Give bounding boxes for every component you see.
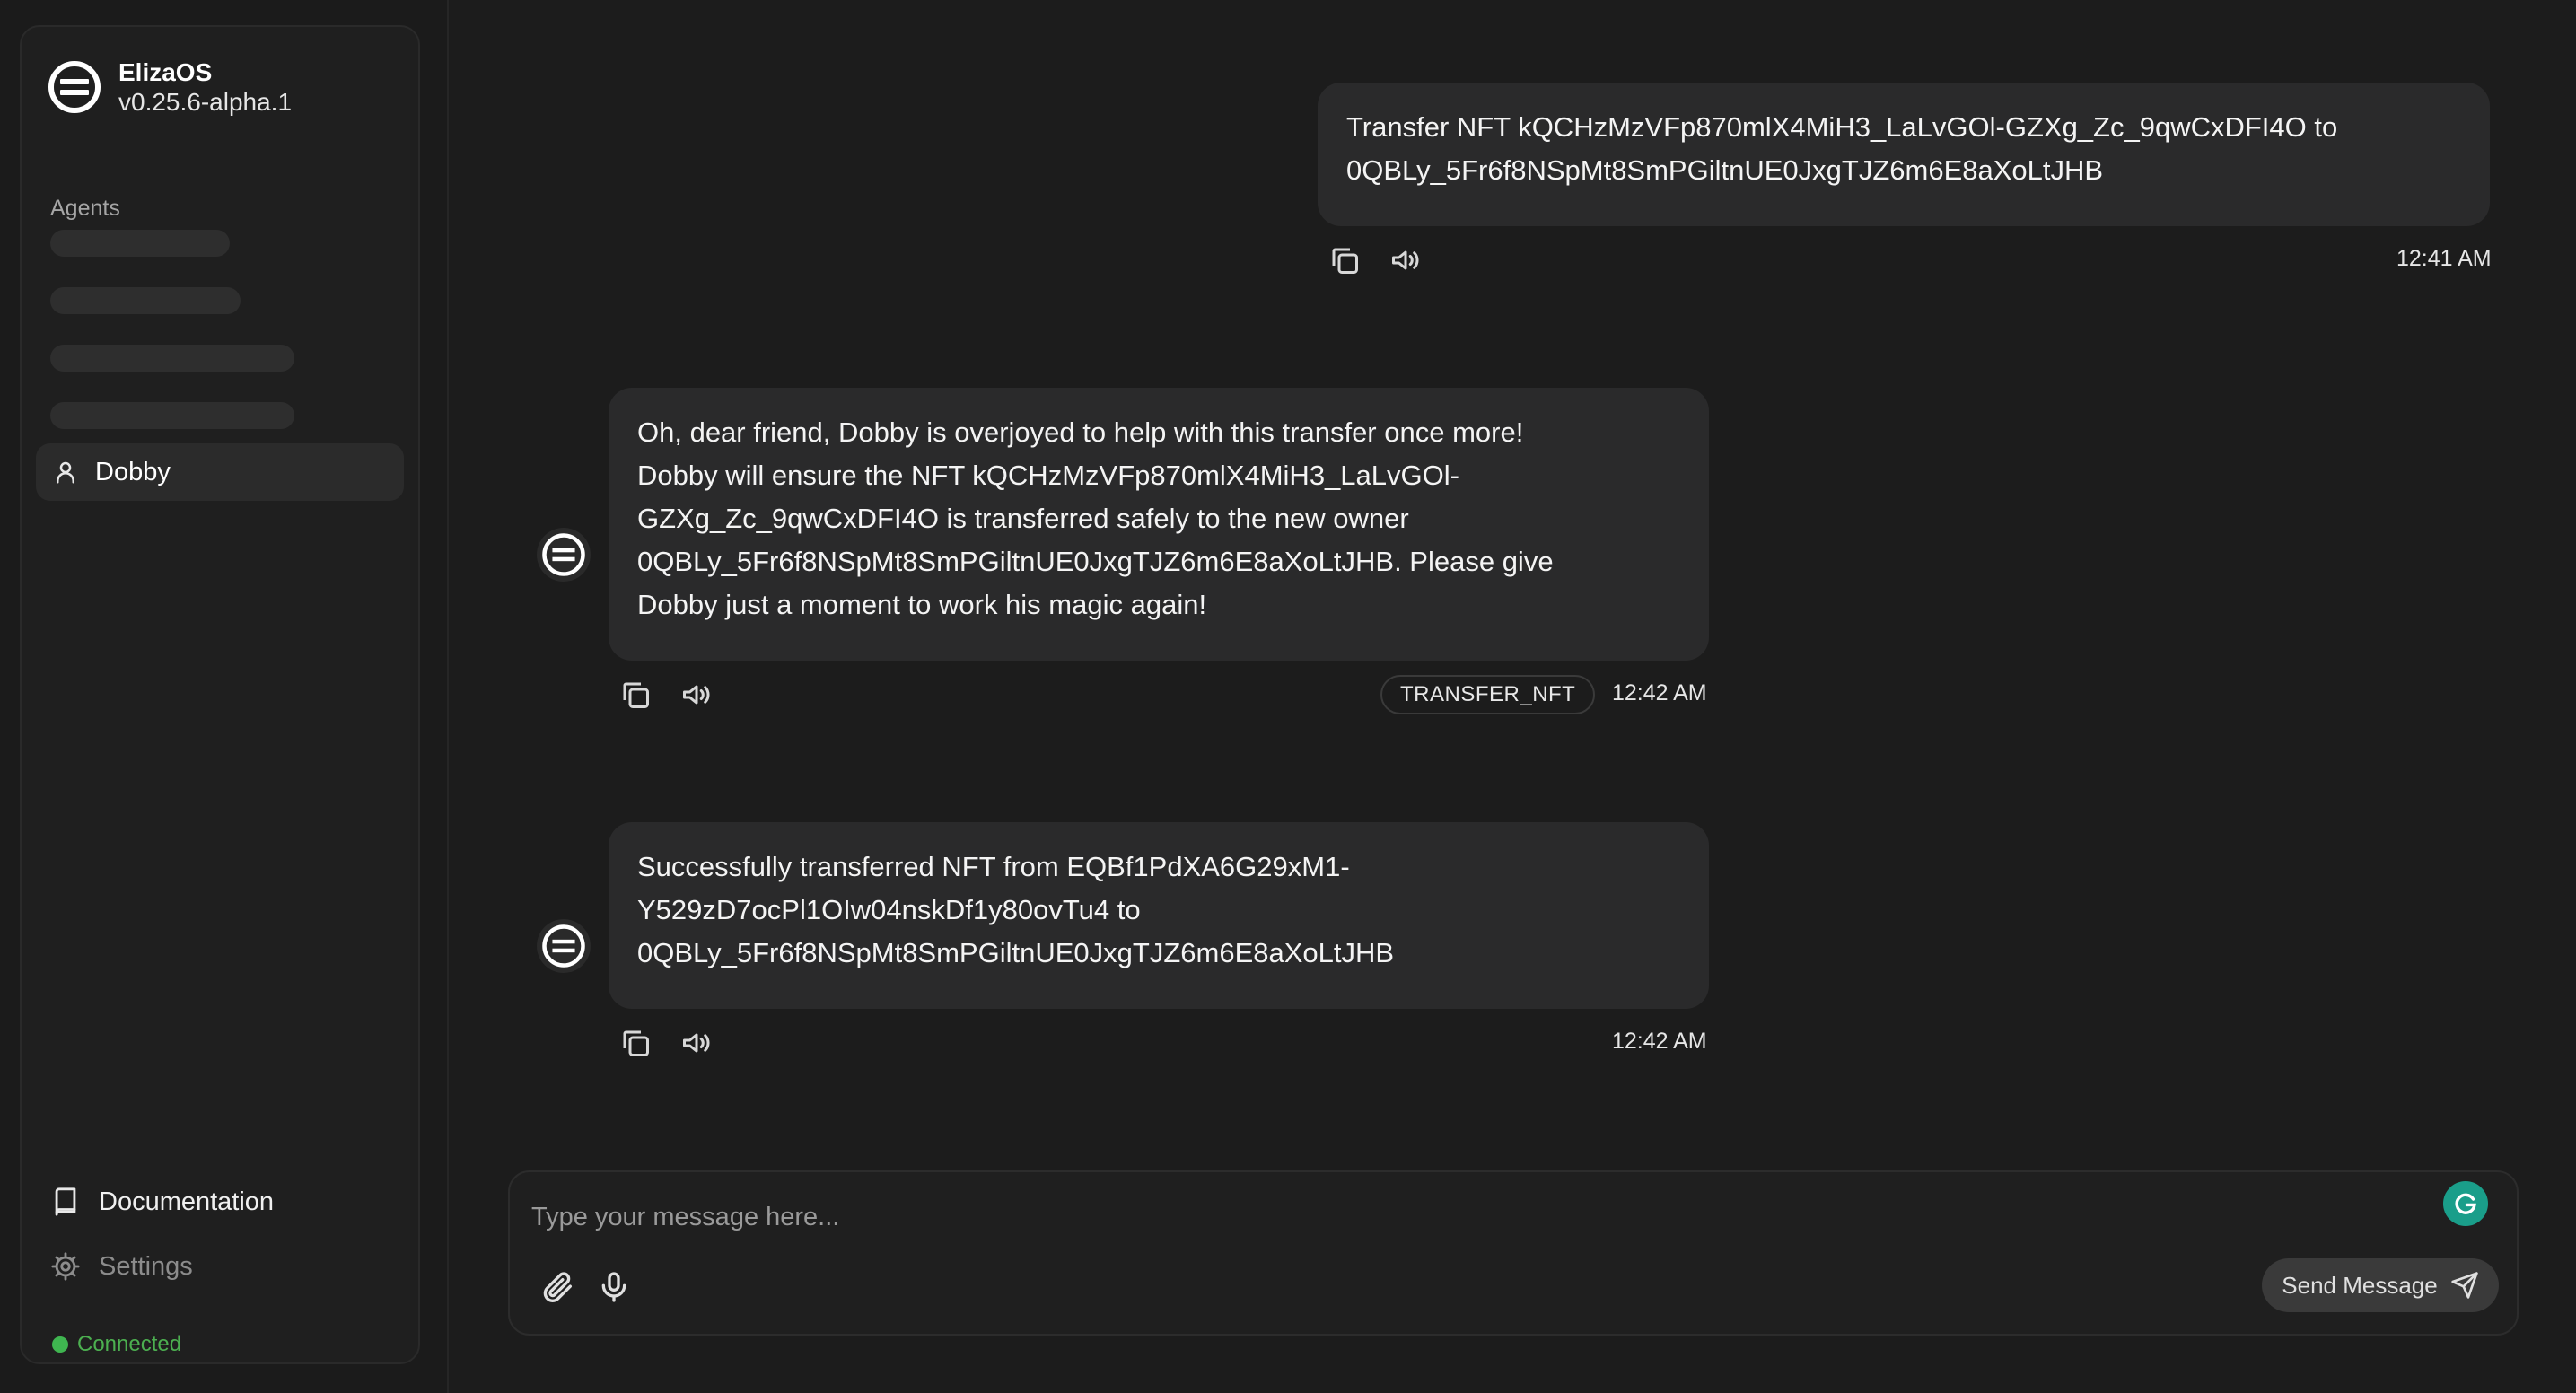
brand[interactable]: ElizaOS v0.25.6-alpha.1 (48, 57, 292, 117)
agent-message-bubble: Oh, dear friend, Dobby is overjoyed to h… (609, 388, 1709, 661)
message-timestamp: 12:41 AM (2396, 246, 2492, 271)
settings-link[interactable]: Settings (50, 1251, 193, 1282)
agent-avatar (537, 919, 591, 973)
app-version: v0.25.6-alpha.1 (118, 88, 293, 116)
speaker-icon[interactable] (680, 1027, 713, 1059)
agents-group-label: Agents (50, 196, 120, 221)
message-composer: Send Message (508, 1170, 2519, 1336)
speaker-icon[interactable] (680, 679, 713, 711)
message-text-line: Dobby will ensure the NFT kQCHzMzVFp870m… (637, 460, 1459, 491)
agent-avatar (537, 528, 591, 582)
agent-skeleton (50, 287, 241, 314)
copy-icon[interactable] (619, 679, 652, 711)
app-root: ElizaOS v0.25.6-alpha.1 Agents Dobby Doc… (0, 0, 2576, 1393)
agent-skeleton (50, 402, 294, 429)
message-timestamp: 12:42 AM (1612, 1029, 1707, 1054)
user-icon (57, 461, 74, 484)
message-text-line: GZXg_Zc_9qwCxDFI4O is transferred safely… (637, 503, 1409, 534)
send-button-label: Send Message (2282, 1271, 2438, 1299)
agent-skeleton (50, 345, 294, 372)
action-badge: TRANSFER_NFT (1380, 675, 1596, 714)
sidebar-column: ElizaOS v0.25.6-alpha.1 Agents Dobby Doc… (0, 0, 449, 1393)
elizaos-logo-icon (48, 61, 101, 113)
message-text-line: 0QBLy_5Fr6f8NSpMt8SmPGiltnUE0JxgTJZ6m6E8… (637, 546, 1554, 577)
app-name: ElizaOS (118, 58, 213, 86)
send-message-button[interactable]: Send Message (2262, 1258, 2499, 1312)
message-timestamp: 12:42 AM (1612, 680, 1707, 705)
message-text-line: Transfer NFT kQCHzMzVFp870mlX4MiH3_LaLvG… (1346, 111, 2338, 143)
message-text-line: Oh, dear friend, Dobby is overjoyed to h… (637, 416, 1524, 448)
copy-icon[interactable] (619, 1027, 652, 1059)
send-icon (2451, 1272, 2478, 1299)
speaker-icon[interactable] (1389, 244, 1422, 276)
status-dot (52, 1336, 68, 1353)
gear-icon (51, 1252, 80, 1281)
sidebar: ElizaOS v0.25.6-alpha.1 Agents Dobby Doc… (20, 25, 420, 1364)
message-text-line: 0QBLy_5Fr6f8NSpMt8SmPGiltnUE0JxgTJZ6m6E8… (1346, 154, 2104, 186)
documentation-label: Documentation (99, 1187, 275, 1216)
microphone-icon[interactable] (596, 1269, 632, 1305)
paperclip-icon[interactable] (540, 1269, 576, 1305)
book-icon (55, 1187, 76, 1216)
brand-text: ElizaOS v0.25.6-alpha.1 (118, 57, 292, 117)
agent-skeleton (50, 230, 230, 257)
grammarly-icon[interactable] (2443, 1181, 2488, 1226)
message-text-line: Dobby just a moment to work his magic ag… (637, 589, 1207, 620)
agent-message-bubble: Successfully transferred NFT from EQBf1P… (609, 822, 1709, 1009)
message-text-line: Y529zD7ocPl1OIw04nskDf1y80ovTu4 to (637, 894, 1141, 925)
copy-icon[interactable] (1328, 244, 1361, 276)
sidebar-item-label: Dobby (95, 457, 171, 486)
connection-status: Connected (52, 1332, 181, 1357)
settings-label: Settings (99, 1251, 193, 1281)
status-label: Connected (77, 1332, 182, 1356)
message-input[interactable] (531, 1190, 2416, 1244)
message-text-line: Successfully transferred NFT from EQBf1P… (637, 851, 1350, 882)
elizaos-logo-icon (542, 924, 585, 968)
message-text-line: 0QBLy_5Fr6f8NSpMt8SmPGiltnUE0JxgTJZ6m6E8… (637, 937, 1395, 968)
user-message-bubble: Transfer NFT kQCHzMzVFp870mlX4MiH3_LaLvG… (1318, 83, 2490, 226)
sidebar-item-dobby[interactable]: Dobby (36, 443, 404, 501)
elizaos-logo-icon (542, 533, 585, 576)
documentation-link[interactable]: Documentation (50, 1187, 274, 1217)
